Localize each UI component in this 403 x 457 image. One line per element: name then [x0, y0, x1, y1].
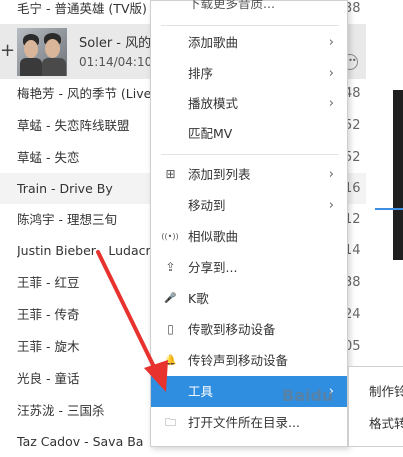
watermark: Baidu: [282, 386, 334, 405]
annotation-arrow: [96, 250, 168, 392]
